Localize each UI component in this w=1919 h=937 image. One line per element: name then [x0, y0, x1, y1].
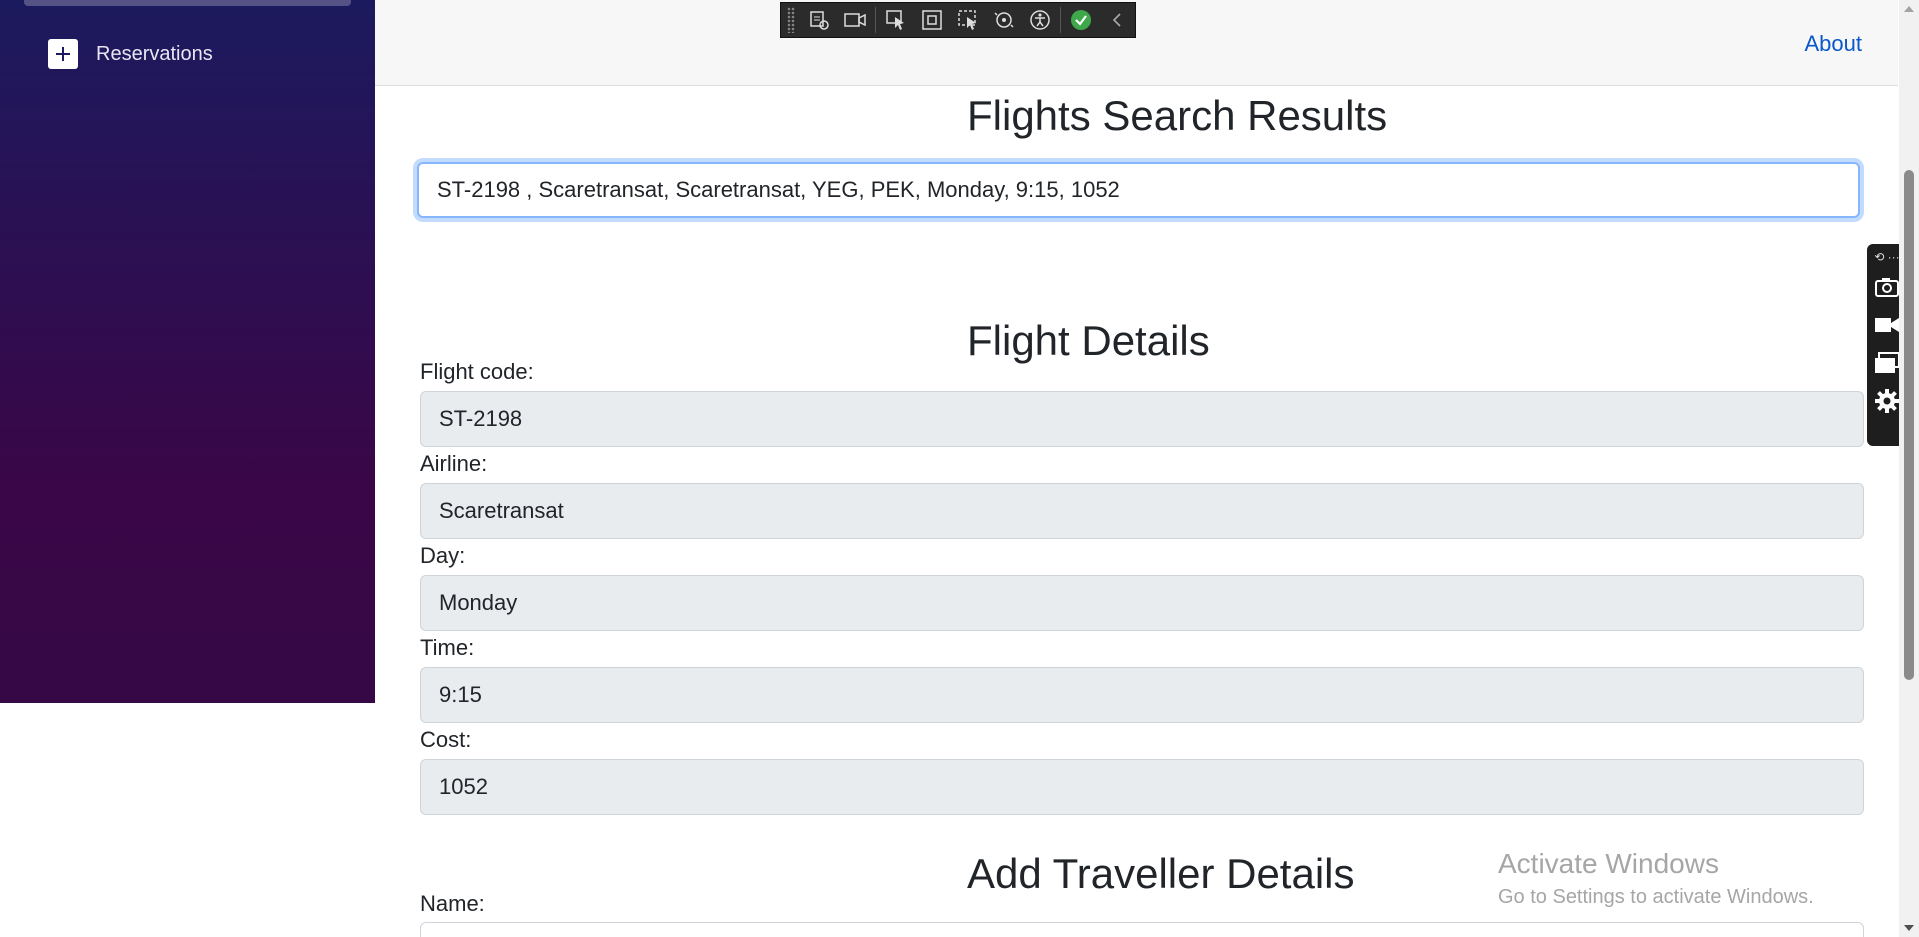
select-element-icon[interactable] [882, 6, 910, 34]
drag-grip-icon[interactable] [787, 7, 795, 33]
selected-flight-text: ST-2198 , Scaretransat, Scaretransat, YE… [437, 177, 1120, 202]
add-traveller-title: Add Traveller Details [967, 850, 1355, 897]
name-input[interactable] [420, 922, 1864, 937]
dev-toolbar [780, 2, 1136, 38]
search-results-title: Flights Search Results [967, 92, 1388, 139]
day-value: Monday [439, 590, 518, 615]
airline-value: Scaretransat [439, 498, 564, 523]
hot-reload-icon[interactable] [990, 6, 1018, 34]
scroll-down-arrow-icon[interactable] [1904, 925, 1914, 931]
time-label: Time: [420, 635, 475, 660]
time-value: 9:15 [439, 682, 482, 707]
flight-code-value: ST-2198 [439, 406, 523, 431]
activate-windows-watermark: Activate Windows Go to Settings to activ… [1498, 848, 1814, 909]
panel-more-icon[interactable]: ⟲ ··· [1874, 248, 1899, 266]
cost-value: 1052 [439, 774, 488, 799]
name-label: Name: [420, 891, 485, 916]
check-status-icon[interactable] [1067, 6, 1095, 34]
sidebar-item-label: Reservations [96, 42, 213, 65]
top-row: About [375, 0, 1898, 86]
flight-code-label: Flight code: [420, 359, 534, 384]
flight-details-title: Flight Details [967, 317, 1210, 364]
accessibility-icon[interactable] [1026, 6, 1054, 34]
cost-field: 1052 [420, 759, 1864, 815]
airline-label: Airline: [420, 451, 488, 476]
cost-label: Cost: [420, 727, 472, 752]
watermark-subtitle: Go to Settings to activate Windows. [1498, 886, 1814, 908]
toolbar-separator [1060, 7, 1061, 33]
live-tree-icon[interactable] [805, 6, 833, 34]
flight-results-select[interactable]: ST-2198 , Scaretransat, Scaretransat, YE… [417, 162, 1860, 218]
layout-adorners-icon[interactable] [918, 6, 946, 34]
vertical-scrollbar[interactable] [1899, 0, 1919, 937]
day-field: Monday [420, 575, 1864, 631]
sidebar: Reservations [0, 0, 375, 703]
scroll-thumb[interactable] [1904, 170, 1914, 680]
collapse-chevron-icon[interactable] [1103, 6, 1131, 34]
watermark-title: Activate Windows [1498, 848, 1719, 879]
scroll-up-arrow-icon[interactable] [1904, 6, 1914, 12]
video-icon[interactable] [841, 6, 869, 34]
day-label: Day: [420, 543, 466, 568]
time-field: 9:15 [420, 667, 1864, 723]
track-focus-icon[interactable] [954, 6, 982, 34]
toolbar-separator [875, 7, 876, 33]
about-link[interactable]: About [1805, 31, 1863, 57]
page: Reservations About Flights Search Result… [0, 0, 1919, 937]
airline-field: Scaretransat [420, 483, 1864, 539]
flight-code-field: ST-2198 [420, 391, 1864, 447]
sidebar-item-reservations[interactable]: Reservations [48, 38, 213, 70]
plus-icon [48, 39, 78, 69]
sidebar-scroll-remnant [24, 0, 351, 6]
main-content: Flights Search Results ST-2198 , Scaretr… [375, 86, 1898, 937]
